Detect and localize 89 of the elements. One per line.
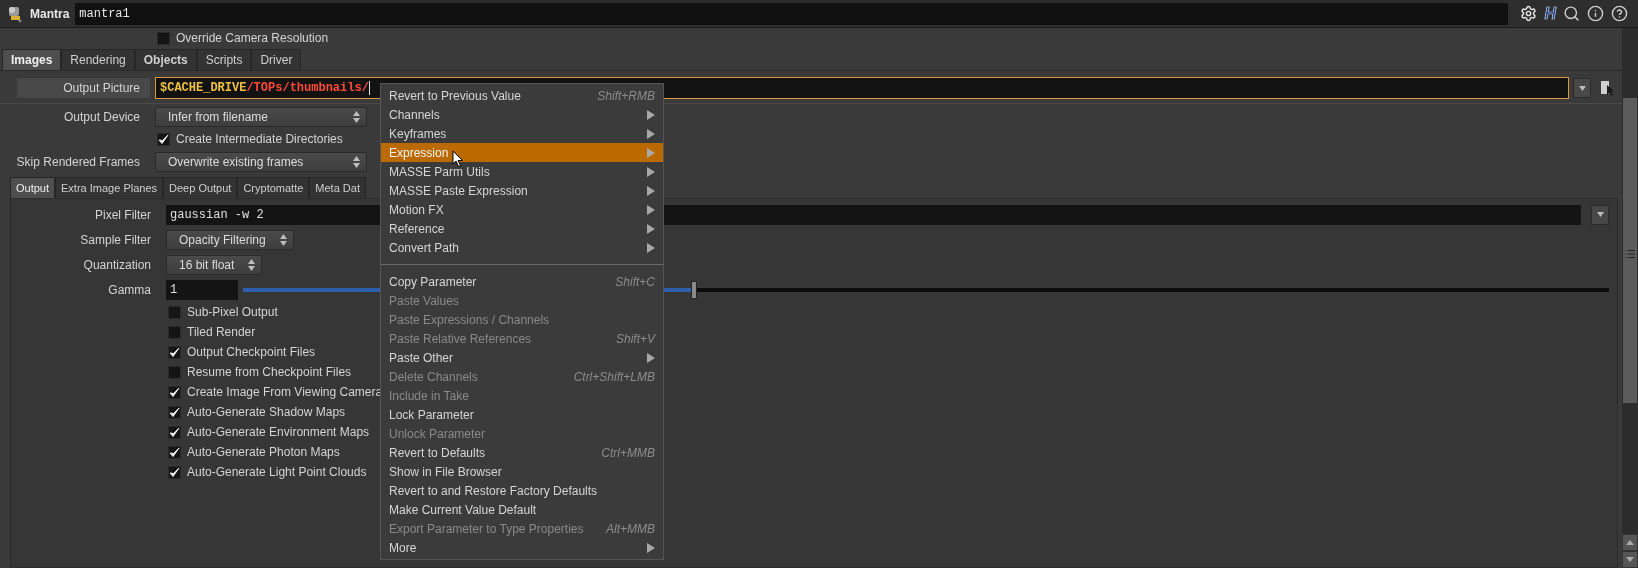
- checkbox[interactable]: [168, 425, 181, 439]
- menu-item[interactable]: More: [381, 538, 663, 557]
- menu-item[interactable]: Copy Parameter Shift+C: [381, 272, 663, 291]
- up-down-arrows-icon: [248, 258, 256, 271]
- dropdown-button[interactable]: [1573, 78, 1591, 98]
- node-type-label: Mantra: [30, 5, 70, 23]
- search-icon[interactable]: [1563, 5, 1580, 22]
- dropdown-button[interactable]: [1591, 204, 1609, 225]
- checkmark-icon: [169, 446, 180, 458]
- parameter-label: Gamma: [108, 281, 151, 299]
- caret-icon: [1596, 212, 1604, 217]
- checkmark-icon: [169, 406, 180, 418]
- up-down-arrows-icon: [353, 110, 360, 123]
- checkbox-label: Auto-Generate Environment Maps: [187, 424, 370, 441]
- dropdown[interactable]: Opacity Filtering: [166, 229, 294, 250]
- parameter-label: Output Device: [63, 108, 140, 126]
- tab[interactable]: Meta Dat: [309, 177, 366, 198]
- scroll-up-button[interactable]: [1622, 534, 1638, 551]
- menu-item[interactable]: Revert to and Restore Factory Defaults: [381, 481, 663, 500]
- checkbox[interactable]: [168, 365, 181, 379]
- checkbox[interactable]: [168, 465, 181, 479]
- checkbox-label: Auto-Generate Photon Maps: [187, 444, 340, 461]
- tab[interactable]: Deep Output: [163, 177, 238, 198]
- checkmark-icon: [169, 426, 180, 438]
- menu-item[interactable]: Keyframes: [381, 124, 663, 143]
- checkbox-label: Resume from Checkpoint Files: [187, 364, 352, 381]
- menu-item[interactable]: MASSE Parm Utils: [381, 162, 663, 181]
- checkmark-icon: [169, 346, 180, 358]
- number-field[interactable]: 1: [166, 279, 238, 300]
- menu-item[interactable]: Paste Other: [381, 348, 663, 367]
- parameter-label: Sample Filter: [80, 231, 151, 249]
- dropdown[interactable]: 16 bit float: [166, 254, 263, 275]
- scroll-down-button[interactable]: [1622, 551, 1638, 568]
- tab[interactable]: Cryptomatte: [237, 177, 310, 198]
- dropdown[interactable]: Overwrite existing frames: [155, 151, 367, 172]
- mouse-cursor-icon: [452, 150, 464, 168]
- tab[interactable]: Scripts: [196, 49, 252, 70]
- tab[interactable]: Objects: [134, 49, 197, 70]
- checkbox[interactable]: [168, 325, 181, 339]
- tab[interactable]: Output: [10, 177, 56, 198]
- menu-item[interactable]: Convert Path: [381, 238, 663, 257]
- menu-item[interactable]: Expression: [381, 143, 663, 162]
- slider-handle[interactable]: [690, 280, 697, 299]
- checkbox-label: Output Checkpoint Files: [187, 344, 316, 361]
- tab[interactable]: Driver: [251, 49, 302, 70]
- up-down-arrows-icon: [279, 233, 287, 246]
- checkmark-icon: [158, 133, 169, 145]
- parameter-label: Quantization: [83, 256, 151, 274]
- up-arrow-icon: [1626, 540, 1634, 545]
- parameter-label: Skip Rendered Frames: [16, 153, 140, 171]
- checkbox[interactable]: [168, 445, 181, 459]
- parameter-label: Output Picture: [17, 78, 150, 98]
- checkbox-label: Create Intermediate Directories: [176, 131, 343, 148]
- checkbox[interactable]: [157, 132, 170, 146]
- tab[interactable]: Images: [2, 49, 62, 70]
- parameter-label: Pixel Filter: [95, 206, 151, 224]
- menu-item[interactable]: Show in File Browser: [381, 462, 663, 481]
- menu-item[interactable]: MASSE Paste Expression: [381, 181, 663, 200]
- checkbox-label: Sub-Pixel Output: [187, 304, 278, 321]
- menu-item[interactable]: Make Current Value Default: [381, 500, 663, 519]
- node-name-field[interactable]: mantra1: [75, 2, 1509, 25]
- tab[interactable]: Extra Image Planes: [55, 177, 164, 198]
- checkbox-label: Auto-Generate Shadow Maps: [187, 404, 346, 421]
- checkbox[interactable]: [168, 385, 181, 399]
- checkbox[interactable]: [168, 305, 181, 319]
- tab[interactable]: Rendering: [61, 49, 135, 70]
- checkbox[interactable]: [168, 345, 181, 359]
- file-browser-icon[interactable]: [1600, 80, 1614, 96]
- checkbox-label: Auto-Generate Light Point Clouds: [187, 464, 367, 481]
- path-text: $CACHE_DRIVE: [160, 80, 247, 97]
- checkmark-icon: [169, 466, 180, 478]
- info-icon[interactable]: [1587, 5, 1604, 22]
- scrollbar-thumb[interactable]: [1623, 98, 1637, 403]
- help-icon[interactable]: [1611, 5, 1628, 22]
- menu-item[interactable]: Revert to Defaults Ctrl+MMB: [381, 443, 663, 462]
- down-arrow-icon: [1626, 557, 1634, 562]
- checkbox[interactable]: [168, 405, 181, 419]
- settings-icon[interactable]: [1520, 5, 1538, 22]
- checkmark-icon: [169, 386, 180, 398]
- checkbox[interactable]: [157, 31, 170, 45]
- caret-icon: [1578, 85, 1586, 91]
- menu-item[interactable]: Channels: [381, 105, 663, 124]
- checkbox-label: Tiled Render: [187, 324, 256, 341]
- up-down-arrows-icon: [353, 155, 360, 168]
- menu-item[interactable]: Lock Parameter: [381, 405, 663, 424]
- path-text: /TOPs/thumbnails/: [246, 80, 369, 97]
- dropdown[interactable]: Infer from filename: [155, 106, 367, 127]
- list-icon: [1624, 248, 1636, 260]
- checkbox-label: Override Camera Resolution: [176, 30, 329, 47]
